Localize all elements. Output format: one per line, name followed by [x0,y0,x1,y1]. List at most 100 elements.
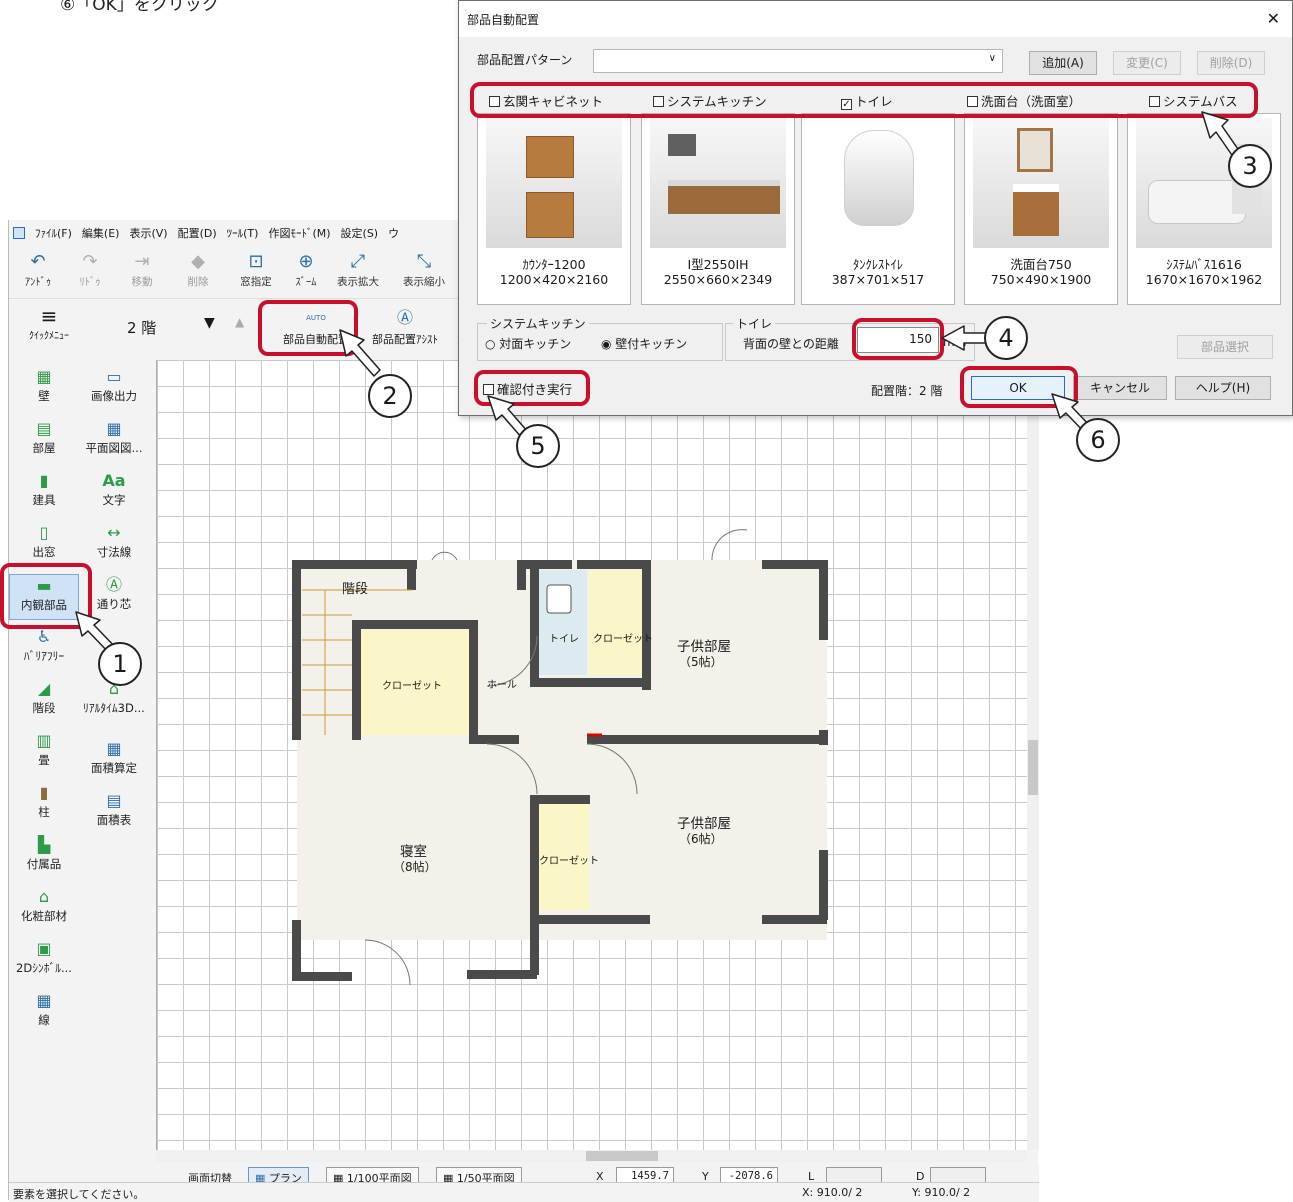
palette-bay-window[interactable]: ▯ 出窓 [9,522,79,560]
line-icon: ▦ [36,991,52,1010]
menu-file[interactable]: ﾌｧｲﾙ(F) [35,225,72,241]
palette-area-calc[interactable]: ▦ 面積算定 [79,738,149,776]
symbol-2d-icon: ▣ [36,939,52,958]
item-card-kitchen[interactable]: I型2550IH 2550×660×2349 [641,113,795,305]
room-closet-2: クローゼット [593,634,653,645]
item-card-bath[interactable]: ｼｽﾃﾑﾊﾞｽ1616 1670×1670×1962 [1127,113,1281,305]
delete-pattern-button[interactable]: 削除(D) [1197,51,1265,75]
undo-button[interactable]: ↶ ｱﾝﾄﾞｩ [13,250,63,294]
status-bar: 要素を選択してください。 X: 910.0/ 2 Y: 910.0/ 2 [9,1182,1039,1202]
menu-bar: ﾌｧｲﾙ(F) 編集(E) 表示(V) 配置(D) ﾂｰﾙ(T) 作図ﾓｰﾄﾞ(… [9,220,469,246]
item-card-washstand[interactable]: 洗面台750 750×490×1900 [964,113,1118,305]
palette-2d-symbol[interactable]: ▣ 2Dｼﾝﾎﾞﾙ... [9,938,79,976]
toilet-group-title: トイレ [733,315,776,332]
palette-room[interactable]: ▤ 部屋 [9,418,79,456]
palette-tatami[interactable]: ▥ 畳 [9,730,79,768]
floorplan-icon: ▦ [106,419,122,438]
image-output-icon: ▭ [106,367,122,386]
palette-pillar[interactable]: ▮ 柱 [9,782,79,820]
floor-down-icon[interactable]: ▼ [204,315,215,331]
dialog-titlebar: 部品自動配置 ✕ [459,1,1292,37]
place-assist-button[interactable]: Ⓐ 部品配置ｱｼｽﾄ [365,305,445,347]
drawing-canvas[interactable]: 階段 トイレ クローゼット クローゼット ホール 子供部屋 （5帖） 子供部屋 … [156,360,1028,1150]
close-icon[interactable]: ✕ [1267,9,1280,28]
palette-dimension[interactable]: ↔ 寸法線 [79,522,149,560]
menu-view[interactable]: 表示(V) [129,225,167,241]
window-select-button[interactable]: ⊡ 窓指定 [231,250,281,294]
redo-icon: ↷ [82,251,98,272]
highlight-interior-parts [0,563,92,629]
cabinet-image [486,118,622,248]
highlight-auto-place [258,300,358,356]
eraser-icon: ◆ [191,251,205,272]
room-stairs: 階段 [342,582,369,597]
vertical-scroll-thumb[interactable] [1028,740,1038,795]
menu-edit[interactable]: 編集(E) [82,225,120,241]
palette-trim[interactable]: ⌂ 化粧部材 [9,886,79,924]
vertical-scrollbar[interactable] [1027,360,1039,1150]
kitchen-wall-radio[interactable]: ◉ 壁付キッチン [601,335,687,352]
zoom-in-icon: ⤢ [350,251,366,272]
undo-icon: ↶ [30,251,46,272]
palette-wall[interactable]: ▦ 壁 [9,366,79,404]
palette-accessory[interactable]: ▙ 付属品 [9,834,79,872]
move-button[interactable]: ⇥ 移動 [117,250,167,294]
room-closet-1: クローゼット [382,681,442,692]
palette-floorplan[interactable]: ▦ 平面図図... [79,418,149,456]
palette-barrier-free[interactable]: ♿ ﾊﾞﾘｱﾌﾘｰ [9,626,79,664]
floor-up-icon[interactable]: ▲ [235,315,244,329]
kitchen-face-radio[interactable]: ○ 対面キッチン [485,335,571,352]
horizontal-scrollbar[interactable] [156,1150,1027,1162]
item-card-toilet[interactable]: ﾀﾝｸﾚｽﾄｲﾚ 387×701×517 [801,113,955,305]
callout-1: 1 [98,642,142,686]
horizontal-scroll-thumb[interactable] [586,1151,658,1161]
callout-3: 3 [1228,144,1272,188]
palette-image-output[interactable]: ▭ 画像出力 [79,366,149,404]
floor-selector[interactable]: 2 階 [127,317,156,338]
trim-icon: ⌂ [38,887,50,906]
zoom-out-button[interactable]: ⤡ 表示縮小 [399,250,449,294]
washstand-image [973,118,1109,248]
closet-2-fill [589,570,644,675]
floor-info: 配置階：2 階 [871,384,943,398]
add-button[interactable]: 追加(A) [1029,51,1097,75]
palette-door[interactable]: ▮ 建具 [9,470,79,508]
pattern-combo[interactable]: ∨ [593,49,1003,73]
dimension-icon: ↔ [107,523,121,542]
callout-2: 2 [368,374,412,418]
menu-tools[interactable]: ﾂｰﾙ(T) [227,225,259,241]
area-table-icon: ▤ [106,791,122,810]
wall-distance-unit: mm [943,335,967,349]
select-parts-button[interactable]: 部品選択 [1177,335,1273,359]
kitchen-image [650,118,786,248]
assist-icon: Ⓐ [396,308,413,327]
highlight-categories [470,82,1258,118]
palette-text[interactable]: Aa 文字 [79,470,149,508]
menu-mode[interactable]: 作図ﾓｰﾄﾞ(M) [268,225,330,241]
quick-menu-button[interactable]: ≡ ｸｲｯｸﾒﾆｭｰ [9,305,89,342]
zoom-in-button[interactable]: ⤢ 表示拡大 [333,250,383,294]
palette-line[interactable]: ▦ 線 [9,990,79,1028]
status-y: Y: 910.0/ 2 [912,1186,971,1199]
app-icon [13,227,25,239]
tatami-icon: ▥ [36,731,52,750]
text-icon: Aa [102,471,126,490]
palette-area-table[interactable]: ▤ 面積表 [79,790,149,828]
menu-place[interactable]: 配置(D) [178,225,217,241]
menu-settings[interactable]: 設定(S) [341,225,379,241]
delete-button[interactable]: ◆ 削除 [173,250,223,294]
highlight-distance [852,318,944,360]
redo-button[interactable]: ↷ ﾘﾄﾞｩ [65,250,115,294]
item-card-cabinet[interactable]: ｶｳﾝﾀｰ1200 1200×420×2160 [477,113,631,305]
change-button[interactable]: 変更(C) [1113,51,1181,75]
palette-stairs[interactable]: ◢ 階段 [9,678,79,716]
toilet-fixture [546,584,572,614]
zoom-button[interactable]: ⊕ ｽﾞｰﾑ [281,250,331,294]
cancel-button[interactable]: キャンセル [1073,376,1167,400]
floor-plan [292,529,828,986]
chevron-down-icon: ∨ [988,53,996,64]
tool-palette: ▦ 壁 ▭ 画像出力 ▤ 部屋 ▦ 平面図図... ▮ 建具 Aa 文字 ▯ 出窓 ↔ 寸法線 … [9,360,155,1160]
menu-window[interactable]: ウ [388,225,399,241]
secondary-toolbar: ≡ｸｲｯｸﾒﾆｭｰ 2 階 ▼ ▲ AUTO部品自動配置 Ⓐ部品配置ｱｼｽﾄ カ [9,298,479,356]
help-button[interactable]: ヘルプ(H) [1175,376,1271,400]
